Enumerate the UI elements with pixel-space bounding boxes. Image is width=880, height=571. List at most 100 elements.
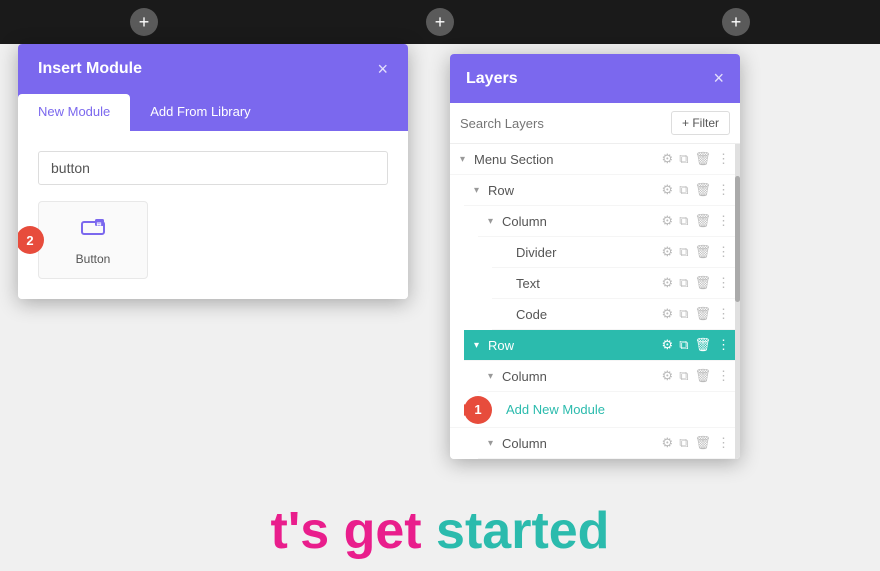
settings-icon-menu-section[interactable]: ⚙ xyxy=(662,151,674,167)
scroll-indicator xyxy=(735,144,740,459)
svg-text:⊞: ⊞ xyxy=(97,223,102,229)
trash-icon-row-1[interactable]: 🗑 xyxy=(694,182,711,198)
add-new-module-label: Add New Module xyxy=(506,402,605,417)
panel-close-button[interactable]: × xyxy=(377,60,388,78)
more-icon-menu-section[interactable]: ⋮ xyxy=(717,151,730,167)
duplicate-icon-row-2[interactable]: ⧉ xyxy=(679,337,688,353)
layer-icons-menu-section: ⚙ ⧉ 🗑 ⋮ xyxy=(662,151,730,167)
more-icon-row-2[interactable]: ⋮ xyxy=(717,337,730,353)
layer-row-column-2[interactable]: ▾ Column ⚙ ⧉ 🗑 ⋮ xyxy=(478,361,740,392)
layer-icons-column-1: ⚙ ⧉ 🗑 ⋮ xyxy=(662,213,730,229)
chevron-column-1: ▾ xyxy=(488,216,502,227)
duplicate-icon-column-2[interactable]: ⧉ xyxy=(679,368,688,384)
bottom-text: t's get started xyxy=(0,491,880,571)
layers-panel: Layers × + Filter ▾ Menu Section ⚙ ⧉ 🗑 ⋮… xyxy=(450,54,740,459)
duplicate-icon-column-3[interactable]: ⧉ xyxy=(679,435,688,451)
filter-button[interactable]: + Filter xyxy=(671,111,730,135)
chevron-row-2: ▾ xyxy=(474,340,488,351)
layer-row-menu-section[interactable]: ▾ Menu Section ⚙ ⧉ 🗑 ⋮ xyxy=(450,144,740,175)
add-button-center[interactable]: + xyxy=(426,8,454,36)
trash-icon-column-3[interactable]: 🗑 xyxy=(694,435,711,451)
more-icon-row-1[interactable]: ⋮ xyxy=(717,182,730,198)
duplicate-icon-row-1[interactable]: ⧉ xyxy=(679,182,688,198)
bottom-text-pink: t's get xyxy=(271,501,422,561)
top-bar: + + + xyxy=(0,0,880,44)
add-new-module-row[interactable]: 1 Add New Module xyxy=(450,392,740,428)
layer-row-row-2[interactable]: ▾ Row ⚙ ⧉ 🗑 ⋮ xyxy=(464,330,740,361)
add-button-right[interactable]: + xyxy=(722,8,750,36)
layer-name-menu-section: Menu Section xyxy=(474,152,662,167)
settings-icon-divider[interactable]: ⚙ xyxy=(662,244,674,260)
layer-icons-text: ⚙ ⧉ 🗑 ⋮ xyxy=(662,275,730,291)
duplicate-icon-menu-section[interactable]: ⧉ xyxy=(679,151,688,167)
tab-add-from-library[interactable]: Add From Library xyxy=(130,94,270,131)
add-button-left[interactable]: + xyxy=(130,8,158,36)
trash-icon-column-1[interactable]: 🗑 xyxy=(694,213,711,229)
more-icon-column-1[interactable]: ⋮ xyxy=(717,213,730,229)
more-icon-divider[interactable]: ⋮ xyxy=(717,244,730,260)
tab-new-module[interactable]: New Module xyxy=(18,94,130,131)
more-icon-code[interactable]: ⋮ xyxy=(717,306,730,322)
layer-row-text[interactable]: Text ⚙ ⧉ 🗑 ⋮ xyxy=(492,268,740,299)
trash-icon-text[interactable]: 🗑 xyxy=(694,275,711,291)
bottom-text-teal: started xyxy=(436,501,609,561)
chevron-menu-section: ▾ xyxy=(460,154,474,165)
duplicate-icon-divider[interactable]: ⧉ xyxy=(679,244,688,260)
settings-icon-row-1[interactable]: ⚙ xyxy=(662,182,674,198)
layers-list: ▾ Menu Section ⚙ ⧉ 🗑 ⋮ ▾ Row ⚙ ⧉ 🗑 ⋮ ▾ C… xyxy=(450,144,740,459)
layer-row-row-1[interactable]: ▾ Row ⚙ ⧉ 🗑 ⋮ xyxy=(464,175,740,206)
layer-icons-column-2: ⚙ ⧉ 🗑 ⋮ xyxy=(662,368,730,384)
layer-icons-code: ⚙ ⧉ 🗑 ⋮ xyxy=(662,306,730,322)
layer-name-column-3: Column xyxy=(502,436,662,451)
settings-icon-column-1[interactable]: ⚙ xyxy=(662,213,674,229)
module-search-input[interactable] xyxy=(38,151,388,185)
layer-row-divider[interactable]: Divider ⚙ ⧉ 🗑 ⋮ xyxy=(492,237,740,268)
chevron-row-1: ▾ xyxy=(474,185,488,196)
layers-search-input[interactable] xyxy=(460,116,663,131)
chevron-column-2: ▾ xyxy=(488,371,502,382)
layer-name-divider: Divider xyxy=(516,245,662,260)
settings-icon-row-2[interactable]: ⚙ xyxy=(662,337,674,353)
layer-name-code: Code xyxy=(516,307,662,322)
layers-close-button[interactable]: × xyxy=(713,68,724,89)
settings-icon-code[interactable]: ⚙ xyxy=(662,306,674,322)
chevron-column-3: ▾ xyxy=(488,438,502,449)
panel-tabs: New Module Add From Library xyxy=(18,94,408,131)
settings-icon-text[interactable]: ⚙ xyxy=(662,275,674,291)
settings-icon-column-3[interactable]: ⚙ xyxy=(662,435,674,451)
layers-search-bar: + Filter xyxy=(450,103,740,144)
more-icon-text[interactable]: ⋮ xyxy=(717,275,730,291)
more-icon-column-2[interactable]: ⋮ xyxy=(717,368,730,384)
more-icon-column-3[interactable]: ⋮ xyxy=(717,435,730,451)
scroll-thumb[interactable] xyxy=(735,176,740,302)
trash-icon-divider[interactable]: 🗑 xyxy=(694,244,711,260)
layer-row-column-3[interactable]: ▾ Column ⚙ ⧉ 🗑 ⋮ xyxy=(478,428,740,459)
bottom-text-dark xyxy=(422,501,436,561)
layer-name-column-2: Column xyxy=(502,369,662,384)
module-item-button[interactable]: ⊞ Button xyxy=(38,201,148,279)
trash-icon-row-2[interactable]: 🗑 xyxy=(694,337,711,353)
layer-name-row-1: Row xyxy=(488,183,662,198)
trash-icon-code[interactable]: 🗑 xyxy=(694,306,711,322)
layer-icons-row-2: ⚙ ⧉ 🗑 ⋮ xyxy=(662,337,730,353)
layer-icons-column-3: ⚙ ⧉ 🗑 ⋮ xyxy=(662,435,730,451)
layer-row-code[interactable]: Code ⚙ ⧉ 🗑 ⋮ xyxy=(492,299,740,330)
settings-icon-column-2[interactable]: ⚙ xyxy=(662,368,674,384)
trash-icon-column-2[interactable]: 🗑 xyxy=(694,368,711,384)
layer-icons-divider: ⚙ ⧉ 🗑 ⋮ xyxy=(662,244,730,260)
duplicate-icon-code[interactable]: ⧉ xyxy=(679,306,688,322)
layer-row-column-1[interactable]: ▾ Column ⚙ ⧉ 🗑 ⋮ xyxy=(478,206,740,237)
button-module-label: Button xyxy=(76,252,111,266)
insert-module-panel: Insert Module × New Module Add From Libr… xyxy=(18,44,408,299)
layer-name-column-1: Column xyxy=(502,214,662,229)
module-grid: 2 ⊞ Button xyxy=(38,201,388,279)
duplicate-icon-text[interactable]: ⧉ xyxy=(679,275,688,291)
panel-title: Insert Module xyxy=(38,60,142,78)
layers-title: Layers xyxy=(466,70,518,88)
layer-icons-row-1: ⚙ ⧉ 🗑 ⋮ xyxy=(662,182,730,198)
trash-icon-menu-section[interactable]: 🗑 xyxy=(694,151,711,167)
panel-body: 2 ⊞ Button xyxy=(18,131,408,299)
layers-header: Layers × xyxy=(450,54,740,103)
layer-name-row-2: Row xyxy=(488,338,662,353)
duplicate-icon-column-1[interactable]: ⧉ xyxy=(679,213,688,229)
